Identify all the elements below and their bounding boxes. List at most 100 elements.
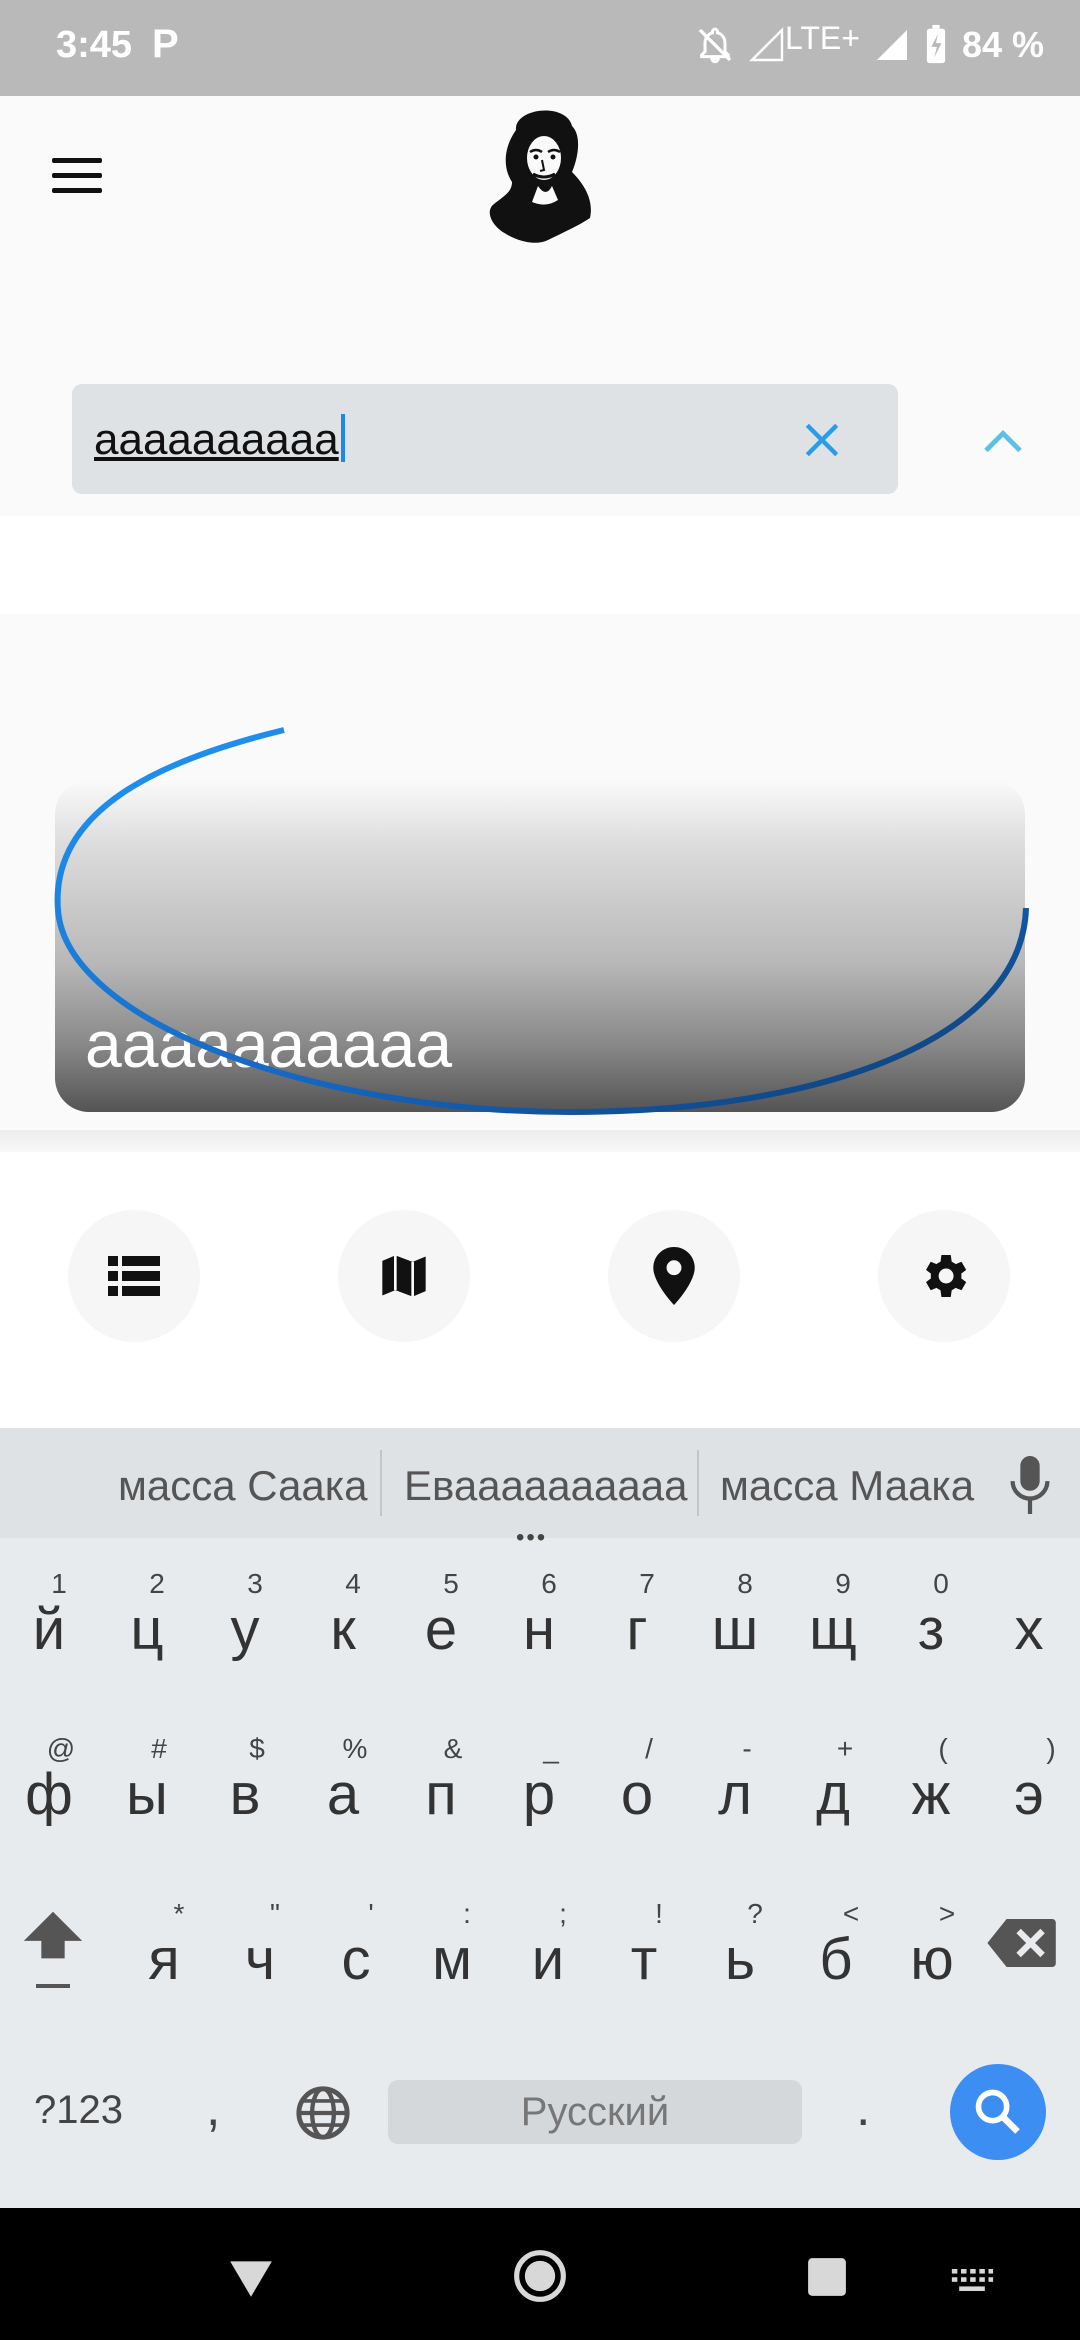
key-label: с [341,1927,371,1992]
key[interactable]: ) э [980,1703,1078,1853]
shift-indicator [36,1984,70,1988]
microphone-icon[interactable] [1010,1456,1050,1514]
portrait-logo-icon [489,110,591,243]
key[interactable]: (ж [882,1703,980,1853]
key-label: ж [911,1762,951,1827]
key[interactable]: # ы [98,1703,196,1853]
key-label: н [522,1597,556,1662]
search-icon [975,2089,1020,2134]
key[interactable]: 5е [392,1538,490,1688]
loading-spinner-icon [54,727,1029,1116]
comma-key[interactable]: , [206,2078,220,2138]
key-label: и [531,1927,565,1992]
location-pin-icon [653,1247,695,1305]
key-label: ц [130,1597,164,1662]
chevron-up-icon[interactable] [980,424,1026,458]
key[interactable]: > ю [883,1868,981,2018]
network-type: LTE+ [784,19,860,56]
map-icon [382,1255,426,1297]
home-icon[interactable] [512,2248,568,2304]
key[interactable]: 1й [0,1538,98,1688]
keyboard-switch-icon[interactable] [950,2266,994,2294]
key[interactable]: + д [784,1703,882,1853]
key-label: ы [126,1762,168,1827]
list-icon [108,1256,160,1296]
key[interactable]: :м [403,1868,501,2018]
key-label: х [1014,1597,1044,1662]
key[interactable]: < б [787,1868,885,2018]
signal-icon [876,30,907,60]
key-label: м [432,1927,472,1992]
parking-icon: P [152,22,179,66]
battery-charging-icon [926,25,946,64]
key-label: б [819,1927,853,1992]
key-label: я [148,1927,180,1992]
key[interactable]: 4к [294,1538,392,1688]
settings-gear-icon [926,1255,967,1297]
card-shadow [0,1130,1080,1154]
key[interactable]: / о [588,1703,686,1853]
status-icons: LTE+ 84 % [695,20,1044,66]
backspace-key[interactable] [985,1916,1057,1970]
location-button[interactable] [608,1210,740,1342]
key[interactable]: х [980,1538,1078,1688]
suggestion-2[interactable]: Еваааааааааа [404,1462,687,1510]
key[interactable]: 9щ [784,1538,882,1688]
key[interactable]: ? ь [691,1868,789,2018]
key-label: т [630,1927,658,1992]
search-input[interactable]: aaaaaaaaaa [94,414,345,465]
key-label: в [229,1762,261,1827]
key-label: л [718,1762,752,1827]
key[interactable]: ; и [499,1868,597,2018]
key[interactable]: % а [294,1703,392,1853]
suggestion-3[interactable]: масса Маака [720,1462,974,1510]
system-navigation-bar [0,2208,1080,2340]
shift-icon [23,1911,83,1959]
battery-level: 84 % [961,24,1044,65]
space-key[interactable]: Русский [388,2080,802,2144]
key-label: г [626,1597,648,1662]
suggestion-strip: масса Саака Еваааааааааа масса Маака ••• [0,1428,1080,1551]
key[interactable]: 2ц [98,1538,196,1688]
key[interactable]: 6н [490,1538,588,1688]
key-label: ю [910,1927,954,1992]
back-icon[interactable] [226,2256,276,2300]
key[interactable]: -л [686,1703,784,1853]
suggestion-divider [380,1450,382,1516]
period-key[interactable]: . [856,2078,870,2138]
search-field[interactable]: aaaaaaaaaa [72,384,898,494]
key[interactable]: & п [392,1703,490,1853]
globe-icon[interactable] [294,2084,352,2142]
close-icon[interactable] [800,418,844,462]
recents-icon[interactable] [806,2256,848,2298]
key-label: ь [724,1927,756,1992]
key[interactable]: 8ш [686,1538,784,1688]
key-label: у [230,1597,260,1662]
search-key[interactable] [950,2064,1046,2160]
key[interactable]: $ в [196,1703,294,1853]
key-label: е [424,1597,458,1662]
key[interactable]: ! т [595,1868,693,2018]
key[interactable]: 3у [196,1538,294,1688]
suggestion-1[interactable]: масса Саака [118,1462,367,1510]
suggestion-divider [697,1450,699,1516]
key[interactable]: _ р [490,1703,588,1853]
list-button[interactable] [68,1210,200,1342]
key[interactable]: 7г [588,1538,686,1688]
key[interactable]: 0з [882,1538,980,1688]
key-label: о [620,1762,654,1827]
hamburger-menu-icon[interactable] [52,158,102,194]
key-label: э [1014,1762,1044,1827]
key[interactable]: @ ф [0,1703,98,1853]
text-cursor [340,414,345,462]
map-button[interactable] [338,1210,470,1342]
shift-key[interactable] [18,1908,98,1998]
settings-button[interactable] [878,1210,1010,1342]
key[interactable]: ' с [307,1868,405,2018]
key-label: р [522,1762,556,1827]
numbers-key[interactable]: ?123 [34,2088,123,2133]
key[interactable]: * я [115,1868,213,2018]
key[interactable]: " ч [211,1868,309,2018]
bottom-navigation [0,1152,1080,1428]
key-label: ч [244,1927,276,1992]
